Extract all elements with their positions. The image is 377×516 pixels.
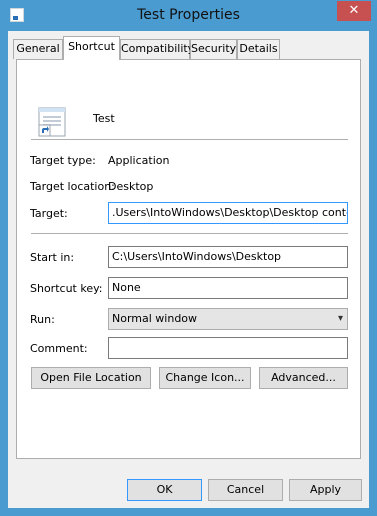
tab-shortcut[interactable]: Shortcut — [63, 36, 120, 60]
shortcut-panel: Test Target type: Application Target loc… — [16, 59, 361, 459]
cancel-button[interactable]: Cancel — [208, 479, 283, 501]
target-location-label: Target location: — [30, 180, 115, 193]
dialog-client: General Shortcut Compatibility Security … — [8, 31, 369, 508]
tab-general[interactable]: General — [13, 39, 63, 59]
window-title: Test Properties — [137, 7, 240, 23]
run-select-value: Normal window — [112, 312, 198, 325]
close-button[interactable]: ✕ — [337, 1, 371, 21]
title-bar[interactable]: Test Properties ✕ — [0, 0, 377, 32]
tab-compatibility[interactable]: Compatibility — [120, 39, 194, 59]
target-field[interactable]: .Users\IntoWindows\Desktop\Desktop conte… — [108, 202, 348, 224]
change-icon-button[interactable]: Change Icon... — [159, 367, 251, 389]
ok-button[interactable]: OK — [127, 479, 202, 501]
open-file-location-button[interactable]: Open File Location — [31, 367, 151, 389]
chevron-down-icon: ▾ — [337, 313, 343, 324]
start-in-field[interactable]: C:\Users\IntoWindows\Desktop — [108, 246, 348, 268]
shortcut-name: Test — [93, 112, 115, 125]
tab-security[interactable]: Security — [190, 39, 237, 59]
shortcut-app-icon — [38, 107, 66, 137]
target-type-label: Target type: — [30, 154, 96, 167]
shortcut-key-field[interactable]: None — [108, 277, 348, 299]
divider — [31, 233, 348, 234]
comment-field[interactable] — [108, 337, 348, 359]
tab-details[interactable]: Details — [237, 39, 280, 59]
window: Test Properties ✕ General Shortcut Compa… — [0, 0, 377, 516]
comment-label: Comment: — [30, 342, 88, 355]
divider — [31, 139, 348, 140]
run-select[interactable]: Normal window ▾ — [108, 308, 348, 330]
start-in-label: Start in: — [30, 251, 75, 264]
shortcut-key-label: Shortcut key: — [30, 282, 103, 295]
advanced-button[interactable]: Advanced... — [259, 367, 348, 389]
target-label: Target: — [30, 207, 68, 220]
apply-button[interactable]: Apply — [289, 479, 362, 501]
target-type-value: Application — [108, 154, 170, 167]
target-location-value: Desktop — [108, 180, 154, 193]
run-label: Run: — [30, 313, 55, 326]
close-icon: ✕ — [348, 3, 360, 18]
